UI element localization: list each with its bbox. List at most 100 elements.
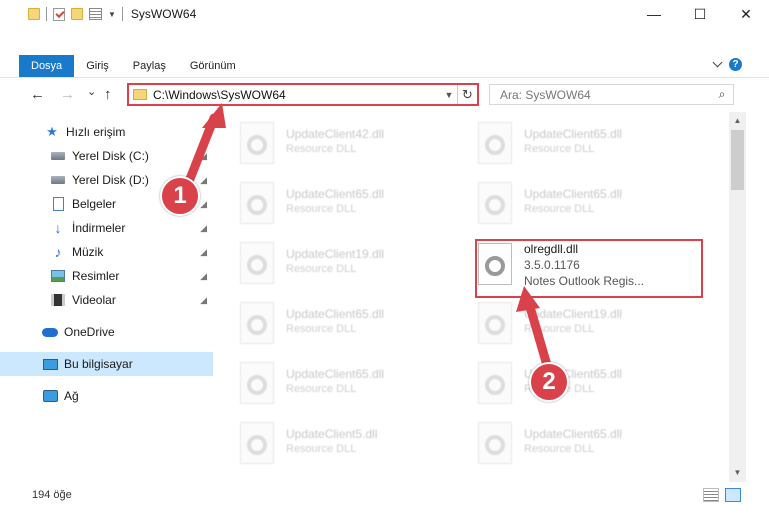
- videos-icon: [50, 292, 66, 308]
- file-item[interactable]: UpdateClient42.dll Resource DLL: [214, 116, 434, 164]
- sidebar-item-disk-c[interactable]: Yerel Disk (C:) ◢: [0, 144, 213, 168]
- properties-check-icon[interactable]: [53, 7, 65, 21]
- search-input[interactable]: Ara: SysWOW64 ⌕: [489, 84, 734, 105]
- file-type: Resource DLL: [286, 443, 357, 455]
- dll-file-icon: [478, 422, 512, 464]
- navigation-pane: ★ Hızlı erişim Yerel Disk (C:) ◢ Yerel D…: [0, 118, 213, 478]
- chevron-down-icon[interactable]: ▼: [108, 10, 116, 19]
- pin-icon[interactable]: ◢: [200, 295, 207, 306]
- address-dropdown-icon[interactable]: ▼: [441, 90, 457, 100]
- file-type: Resource DLL: [286, 203, 357, 215]
- maximize-button[interactable]: ☐: [677, 0, 723, 28]
- music-icon: ♪: [54, 244, 62, 260]
- file-type: Resource DLL: [286, 143, 357, 155]
- tab-file[interactable]: Dosya: [19, 55, 75, 77]
- ribbon-help-area: ?: [712, 57, 742, 71]
- file-name: UpdateClient65.dll: [286, 367, 385, 381]
- address-bar[interactable]: C:\Windows\SysWOW64 ▼ ↻: [127, 83, 479, 106]
- file-name: UpdateClient65.dll: [286, 307, 385, 321]
- drive-icon: [50, 172, 66, 188]
- pictures-icon: [50, 268, 66, 284]
- up-button[interactable]: ↑: [104, 86, 112, 103]
- window-title: SysWOW64: [130, 7, 197, 21]
- pin-icon[interactable]: ◢: [200, 175, 207, 186]
- back-button[interactable]: ←: [30, 86, 45, 103]
- tiles-view-icon[interactable]: [725, 488, 741, 502]
- scroll-thumb[interactable]: [731, 130, 744, 190]
- sidebar-item-this-pc[interactable]: Bu bilgisayar: [0, 352, 213, 376]
- dll-file-icon: [240, 122, 274, 164]
- file-item[interactable]: UpdateClient19.dll Resource DLL: [214, 236, 434, 284]
- tab-share[interactable]: Paylaş: [121, 55, 178, 77]
- sidebar-item-label: OneDrive: [64, 325, 115, 339]
- tab-home[interactable]: Giriş: [74, 55, 121, 77]
- forward-button[interactable]: →: [60, 86, 75, 103]
- sidebar-item-music[interactable]: ♪ Müzik ◢: [0, 240, 213, 264]
- dll-file-icon: [240, 362, 274, 404]
- pin-icon[interactable]: ◢: [200, 199, 207, 210]
- help-icon[interactable]: ?: [729, 58, 742, 71]
- minimize-button[interactable]: —: [631, 0, 677, 28]
- sidebar-item-network[interactable]: Ağ: [0, 384, 213, 408]
- file-type: Resource DLL: [524, 443, 595, 455]
- scroll-down-icon[interactable]: ▼: [729, 466, 746, 480]
- close-button[interactable]: ✕: [723, 0, 769, 28]
- sidebar-item-label: Ağ: [64, 389, 79, 403]
- file-item[interactable]: UpdateClient65.dll Resource DLL: [452, 416, 672, 464]
- sidebar-item-onedrive[interactable]: OneDrive: [0, 320, 213, 344]
- documents-icon: [50, 196, 66, 212]
- folder-icon: [133, 89, 147, 100]
- dll-file-icon: [240, 182, 274, 224]
- expand-ribbon-icon[interactable]: [712, 57, 723, 68]
- dll-file-icon: [478, 362, 512, 404]
- dll-file-icon: [240, 242, 274, 284]
- details-view-icon[interactable]: [703, 488, 719, 502]
- vertical-scrollbar[interactable]: ▲ ▼: [729, 112, 746, 482]
- file-item[interactable]: UpdateClient65.dll Resource DLL: [214, 296, 434, 344]
- search-placeholder: Ara: SysWOW64: [500, 87, 591, 102]
- customize-toolbar-icon[interactable]: [89, 8, 102, 20]
- recent-locations-button[interactable]: ⌄: [87, 85, 96, 98]
- file-name: UpdateClient65.dll: [286, 187, 385, 201]
- folder-icon[interactable]: [28, 8, 40, 20]
- pin-icon[interactable]: ◢: [200, 151, 207, 162]
- pin-icon[interactable]: ◢: [200, 271, 207, 282]
- drive-icon: [50, 148, 66, 164]
- file-item[interactable]: UpdateClient19.dll Resource DLL: [452, 296, 672, 344]
- file-item[interactable]: UpdateClient65.dll Resource DLL: [214, 356, 434, 404]
- pin-icon[interactable]: ◢: [200, 247, 207, 258]
- quick-access-toolbar: ▼: [0, 0, 123, 28]
- new-folder-icon[interactable]: [71, 8, 83, 20]
- network-icon: [42, 388, 58, 404]
- dll-file-icon: [240, 302, 274, 344]
- refresh-button[interactable]: ↻: [457, 85, 477, 104]
- tab-view[interactable]: Görünüm: [178, 55, 248, 77]
- file-type: Resource DLL: [524, 203, 595, 215]
- file-item[interactable]: UpdateClient65.dll Resource DLL: [214, 176, 434, 224]
- scroll-up-icon[interactable]: ▲: [729, 114, 746, 128]
- file-name: UpdateClient5.dll: [286, 427, 378, 441]
- file-name: UpdateClient65.dll: [524, 187, 623, 201]
- file-item[interactable]: UpdateClient5.dll Resource DLL: [214, 416, 434, 464]
- callout-badge-2: 2: [529, 362, 569, 402]
- file-name: UpdateClient19.dll: [286, 247, 385, 261]
- ribbon-divider: [0, 77, 769, 78]
- search-icon[interactable]: ⌕: [711, 87, 733, 102]
- pin-icon[interactable]: ◢: [200, 223, 207, 234]
- dll-file-icon: [478, 122, 512, 164]
- sidebar-item-downloads[interactable]: ↓ İndirmeler ◢: [0, 216, 213, 240]
- file-name: UpdateClient42.dll: [286, 127, 385, 141]
- file-type: Resource DLL: [286, 263, 357, 275]
- ribbon-tabs: Dosya Giriş Paylaş Görünüm: [19, 55, 248, 77]
- sidebar-item-label: İndirmeler: [72, 221, 126, 235]
- sidebar-item-pictures[interactable]: Resimler ◢: [0, 264, 213, 288]
- sidebar-item-videos[interactable]: Videolar ◢: [0, 288, 213, 312]
- computer-icon: [42, 356, 58, 372]
- file-item[interactable]: UpdateClient65.dll Resource DLL: [452, 116, 672, 164]
- cloud-icon: [42, 324, 58, 340]
- address-path[interactable]: C:\Windows\SysWOW64: [153, 88, 441, 102]
- file-item[interactable]: UpdateClient65.dll Resource DLL: [452, 176, 672, 224]
- sidebar-item-quick-access[interactable]: ★ Hızlı erişim: [0, 120, 213, 144]
- sidebar-item-label: Videolar: [72, 293, 116, 307]
- dll-file-icon: [240, 422, 274, 464]
